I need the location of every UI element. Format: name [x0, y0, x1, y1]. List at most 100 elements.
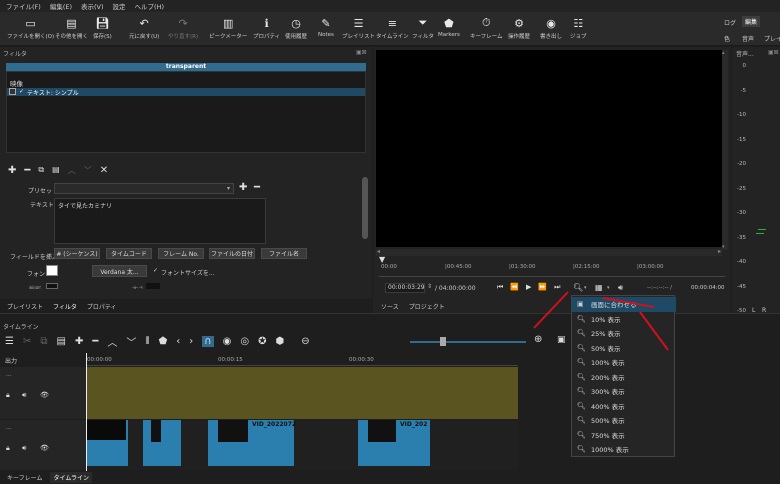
toolbar-button-undo[interactable]: ↶ 元に戻す(U) — [129, 16, 159, 41]
toolbar-button-timeline[interactable]: ≡ タイムライン — [376, 16, 409, 41]
timecode-spinner-icon[interactable]: ⇕ — [427, 283, 432, 290]
track-header-v2[interactable]: ... 🔒︎ 🔊︎ 👁︎ — [0, 367, 86, 419]
scroll-right-icon[interactable]: ▸ — [718, 248, 721, 255]
toolbar-button-notes[interactable]: ✎ Notes — [318, 16, 334, 39]
volume-icon[interactable]: 🔊︎ — [618, 283, 623, 293]
panel-float-icon[interactable]: ▣⊠ — [356, 49, 367, 56]
video-clip[interactable] — [143, 420, 181, 466]
next-marker-icon[interactable]: › — [189, 336, 193, 347]
remove-preset-button[interactable]: ━ — [254, 182, 260, 193]
toolbar-button-peak-meter[interactable]: ▥ ピークメーター — [209, 16, 247, 41]
zoom-menu-item[interactable]: 🔍︎ 25% 表示 — [572, 326, 676, 341]
layout-log[interactable]: ログ — [724, 18, 736, 27]
tab-project[interactable]: プロジェクト — [409, 302, 445, 311]
copy-filter-button[interactable]: ⧉ — [38, 165, 44, 176]
font-size-checkbox[interactable]: ✓ — [153, 267, 158, 274]
tab-playlist[interactable]: プレイリスト — [7, 302, 43, 311]
toolbar-button-keyframe[interactable]: ⏱ キーフレーム — [470, 16, 503, 40]
tab-source[interactable]: ソース — [381, 302, 399, 311]
filter-up-button[interactable]: ︿ — [68, 165, 76, 176]
thickness-input[interactable] — [146, 283, 160, 289]
add-filter-button[interactable]: ✚ — [8, 165, 16, 176]
font-select-button[interactable]: Verdana 太... — [92, 265, 147, 277]
zoom-menu-item[interactable]: 🔍︎ 10% 表示 — [572, 312, 676, 327]
copy-icon[interactable]: ⧉ — [40, 336, 47, 347]
remove-filter-button[interactable]: ━ — [24, 165, 30, 176]
text-track-clip[interactable] — [86, 367, 518, 419]
snap-icon[interactable]: ∩ — [202, 336, 214, 347]
menu-help[interactable]: ヘルプ(H) — [135, 1, 164, 11]
skip-next-icon[interactable]: ⏭ — [554, 283, 560, 292]
paste-filter-button[interactable]: ▤ — [52, 165, 60, 176]
text-field[interactable]: タイで見たカミナリ — [54, 198, 266, 244]
toolbar-button-job-history[interactable]: ⚙ 操作履歴 — [508, 16, 530, 41]
timeline-playhead[interactable] — [86, 353, 87, 471]
menu-file[interactable]: ファイル(F) — [6, 1, 41, 11]
video-track[interactable]: VID_2022072 VID_202 — [86, 420, 518, 470]
toolbar-button-jobs[interactable]: ☷ ジョブ — [570, 16, 587, 41]
zoom-menu-item[interactable]: 🔍︎ 750% 表示 — [572, 428, 676, 443]
preview-vscrollbar[interactable]: ▴ ▾ — [722, 50, 728, 250]
video-clip[interactable] — [86, 420, 128, 466]
font-color-swatch[interactable] — [46, 265, 58, 276]
toolbar-button-save[interactable]: 💾︎ 保存(S) — [93, 16, 112, 41]
menu-view[interactable]: 表示(V) — [81, 1, 104, 11]
marker-icon[interactable]: ⬟ — [159, 336, 168, 347]
zoom-slider-handle[interactable] — [440, 337, 446, 346]
skip-previous-icon[interactable]: ⏮ — [497, 283, 503, 292]
tab-keyframes[interactable]: キーフレーム — [7, 473, 42, 482]
layout-player[interactable]: プレイヤー — [764, 34, 780, 43]
insert-timecode-button[interactable]: タイムコード — [106, 248, 152, 259]
tab-filters[interactable]: フィルタ — [53, 302, 77, 311]
panel-float-icon[interactable]: ▣⊠ — [768, 49, 779, 56]
scrub-icon[interactable]: ◉ — [223, 336, 232, 347]
filter-item[interactable]: ✓ テキスト: シンプル — [7, 88, 365, 97]
layout-edit[interactable]: 編集 — [742, 16, 761, 27]
track-header-v1[interactable]: ... 🔒︎ 🔊︎ 👁︎ — [0, 420, 86, 470]
zoom-slider[interactable] — [410, 341, 526, 343]
zoom-out-icon[interactable]: ⊖ — [301, 336, 309, 347]
zoom-menu-item[interactable]: 🔍︎ 200% 表示 — [572, 370, 676, 385]
grid-icon[interactable]: ▦ — [595, 283, 603, 292]
lock-icon[interactable]: 🔒︎ — [6, 444, 10, 453]
tab-timeline[interactable]: タイムライン — [50, 471, 93, 483]
lock-icon[interactable]: 🔒︎ — [6, 391, 10, 400]
lift-icon[interactable]: ︿ — [107, 334, 117, 349]
toolbar-button-export[interactable]: ◉ 書き出し — [540, 16, 562, 41]
scroll-down-icon[interactable]: ▾ — [722, 244, 725, 250]
split-icon[interactable]: ⫴ — [145, 336, 149, 347]
fast-forward-icon[interactable]: ⏩ — [538, 283, 547, 292]
video-clip[interactable]: VID_202 — [358, 420, 430, 466]
grid-chevron-icon[interactable]: ▾ — [607, 285, 610, 291]
menu-edit[interactable]: 編集(E) — [50, 1, 72, 11]
filter-enable-checkbox[interactable] — [9, 88, 16, 95]
ripple-icon[interactable]: ◎ — [240, 336, 249, 347]
eye-icon[interactable]: 👁︎ — [40, 391, 49, 399]
scroll-left-icon[interactable]: ◂ — [377, 248, 380, 255]
player-ruler[interactable]: 00:00 |00:45:00 |01:30:00 |02:15:00 |03:… — [379, 255, 725, 277]
zoom-menu-item[interactable]: 🔍︎ 400% 表示 — [572, 399, 676, 414]
timeline-ruler[interactable]: 00:00:00 00:00:15 00:00:30 — [86, 353, 518, 366]
toolbar-button-info[interactable]: ℹ プロパティ — [253, 16, 280, 41]
toolbar-button-marker[interactable]: ⬟ Markers — [438, 16, 460, 39]
zoom-menu-item[interactable]: ▣ 画面に合わせる — [572, 297, 676, 312]
insert-date-button[interactable]: ファイルの日付 — [209, 248, 255, 259]
ripple-delete-icon[interactable]: ━ — [92, 336, 98, 347]
video-clip[interactable]: VID_2022072 — [208, 420, 296, 466]
zoom-menu-item[interactable]: 🔍︎ 50% 表示 — [572, 341, 676, 356]
eye-icon[interactable]: 👁︎ — [40, 444, 49, 452]
close-filter-icon[interactable]: ✕ — [100, 165, 108, 176]
preset-select[interactable]: ▾ — [54, 183, 234, 194]
zoom-menu-item[interactable]: 🔍︎ 300% 表示 — [572, 384, 676, 399]
prev-marker-icon[interactable]: ‹ — [176, 336, 180, 347]
filter-down-button[interactable]: ﹀ — [84, 165, 92, 176]
zoom-in-icon[interactable]: ⊕ — [534, 334, 542, 345]
tab-properties[interactable]: プロパティ — [87, 302, 117, 311]
toolbar-button-filter[interactable]: ⏷ フィルタ — [412, 16, 434, 40]
zoom-menu-item[interactable]: 🔍︎ 100% 表示 — [572, 355, 676, 370]
zoom-menu-item[interactable]: 🔍︎ 500% 表示 — [572, 413, 676, 428]
add-preset-button[interactable]: ✚ — [239, 182, 247, 193]
scroll-up-icon[interactable]: ▴ — [722, 50, 725, 56]
playhead-icon[interactable]: ▼ — [379, 255, 385, 264]
menu-settings[interactable]: 設定 — [113, 1, 126, 11]
